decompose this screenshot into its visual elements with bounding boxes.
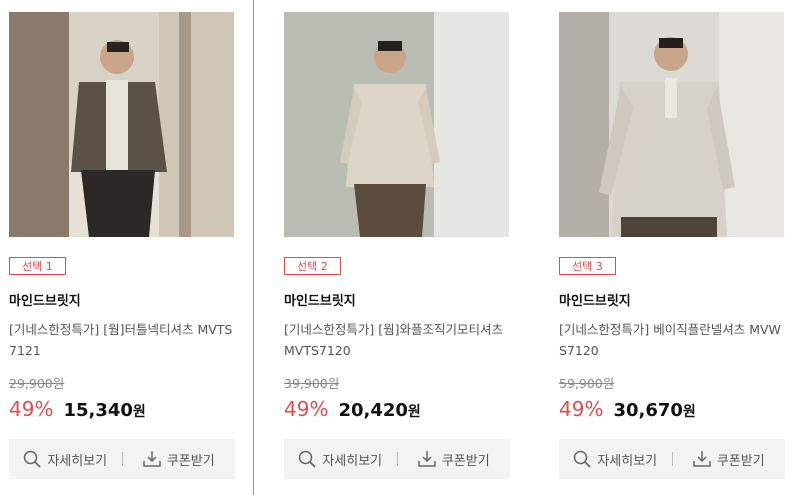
sale-price: 15,340 <box>63 400 133 421</box>
original-price: 59,900원 <box>559 376 615 391</box>
product-photo <box>284 12 509 237</box>
coupon-label: 쿠폰받기 <box>716 453 765 469</box>
original-price: 39,900원 <box>284 376 340 391</box>
brand-name: 마인드브릿지 <box>9 294 81 309</box>
coupon-label: 쿠폰받기 <box>166 453 215 469</box>
product-photo <box>559 12 784 237</box>
detail-button[interactable]: 자세히보기 <box>284 450 397 469</box>
product-grid: 선택 1 마인드브릿지 [기네스한정특가] [웜]터틀넥티셔츠 MVTS7121… <box>0 0 795 495</box>
search-icon <box>24 450 41 468</box>
product-title[interactable]: [기네스한정특가] 베이직플란넬셔츠 MVWS7120 <box>559 319 787 361</box>
original-price: 29,900원 <box>9 376 65 391</box>
sale-price: 20,420 <box>338 400 408 421</box>
download-icon <box>418 451 436 467</box>
currency-unit: 원 <box>682 404 696 420</box>
search-icon <box>299 450 316 468</box>
detail-button[interactable]: 자세히보기 <box>9 450 122 469</box>
detail-label: 자세히보기 <box>597 453 658 469</box>
product-image[interactable] <box>9 12 234 237</box>
coupon-button[interactable]: 쿠폰받기 <box>123 450 236 469</box>
currency-unit: 원 <box>132 404 146 420</box>
product-title[interactable]: [기네스한정특가] [웜]터틀넥티셔츠 MVTS7121 <box>9 319 237 361</box>
product-image[interactable] <box>559 12 784 237</box>
price-row: 49% 15,340원 <box>9 397 146 421</box>
product-card-3[interactable]: 선택 3 마인드브릿지 [기네스한정특가] 베이직플란넬셔츠 MVWS7120 … <box>559 0 795 495</box>
product-card-1[interactable]: 선택 1 마인드브릿지 [기네스한정특가] [웜]터틀넥티셔츠 MVTS7121… <box>9 0 249 495</box>
action-bar: 자세히보기 쿠폰받기 <box>9 439 235 479</box>
search-icon <box>574 450 591 468</box>
discount-rate: 49% <box>9 397 54 421</box>
column-divider <box>253 0 254 495</box>
detail-label: 자세히보기 <box>322 453 383 469</box>
product-photo <box>9 12 234 237</box>
option-badge: 선택 2 <box>284 257 341 275</box>
coupon-label: 쿠폰받기 <box>441 453 490 469</box>
product-image[interactable] <box>284 12 509 237</box>
brand-name: 마인드브릿지 <box>559 294 631 309</box>
coupon-button[interactable]: 쿠폰받기 <box>673 450 786 469</box>
action-bar: 자세히보기 쿠폰받기 <box>559 439 785 479</box>
coupon-button[interactable]: 쿠폰받기 <box>398 450 511 469</box>
discount-rate: 49% <box>284 397 329 421</box>
price-row: 49% 30,670원 <box>559 397 696 421</box>
detail-label: 자세히보기 <box>47 453 108 469</box>
option-badge: 선택 3 <box>559 257 616 275</box>
discount-rate: 49% <box>559 397 604 421</box>
product-title[interactable]: [기네스한정특가] [웜]와플조직기모티셔츠 MVTS7120 <box>284 319 512 361</box>
detail-button[interactable]: 자세히보기 <box>559 450 672 469</box>
brand-name: 마인드브릿지 <box>284 294 356 309</box>
price-row: 49% 20,420원 <box>284 397 421 421</box>
option-badge: 선택 1 <box>9 257 66 275</box>
sale-price: 30,670 <box>613 400 683 421</box>
download-icon <box>143 451 161 467</box>
download-icon <box>693 451 711 467</box>
action-bar: 자세히보기 쿠폰받기 <box>284 439 510 479</box>
currency-unit: 원 <box>407 404 421 420</box>
product-card-2[interactable]: 선택 2 마인드브릿지 [기네스한정특가] [웜]와플조직기모티셔츠 MVTS7… <box>284 0 524 495</box>
